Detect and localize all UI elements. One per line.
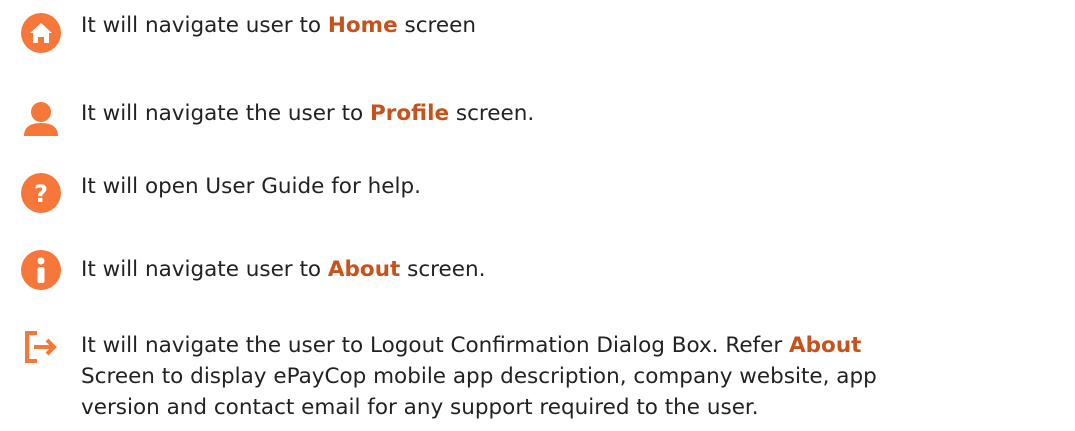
home-description: It will navigate user to Home screen	[81, 10, 476, 41]
logout-description: It will navigate the user to Logout Conf…	[81, 330, 877, 423]
profile-link-label: Profile	[370, 101, 450, 126]
about-description-post: screen.	[400, 257, 486, 282]
help-icon: ?	[19, 171, 63, 215]
logout-icon	[19, 325, 63, 369]
profile-description-post: screen.	[449, 101, 535, 126]
info-icon	[19, 248, 63, 292]
about-description-pre: It will navigate user to	[81, 257, 328, 282]
logout-description-pre: It will navigate the user to Logout Conf…	[81, 333, 790, 358]
profile-description: It will navigate the user to Profile scr…	[81, 98, 534, 129]
help-description-text: It will open User Guide for help.	[81, 174, 421, 199]
home-description-pre: It will navigate user to	[81, 13, 328, 38]
svg-text:?: ?	[34, 180, 48, 208]
home-description-post: screen	[397, 13, 476, 38]
home-icon	[19, 11, 63, 55]
logout-description-line-2: Screen to display ePayCop mobile app des…	[81, 364, 877, 389]
home-link-label: Home	[327, 13, 398, 38]
profile-description-pre: It will navigate the user to	[81, 101, 371, 126]
help-description: It will open User Guide for help.	[81, 171, 421, 202]
logout-about-link-label: About	[789, 333, 862, 358]
profile-icon	[19, 98, 63, 142]
logout-description-line-1: It will navigate the user to Logout Conf…	[81, 330, 877, 361]
logout-description-line-3: version and contact email for any suppor…	[81, 395, 759, 420]
about-link-label: About	[327, 257, 401, 282]
about-description: It will navigate user to About screen.	[81, 254, 485, 285]
